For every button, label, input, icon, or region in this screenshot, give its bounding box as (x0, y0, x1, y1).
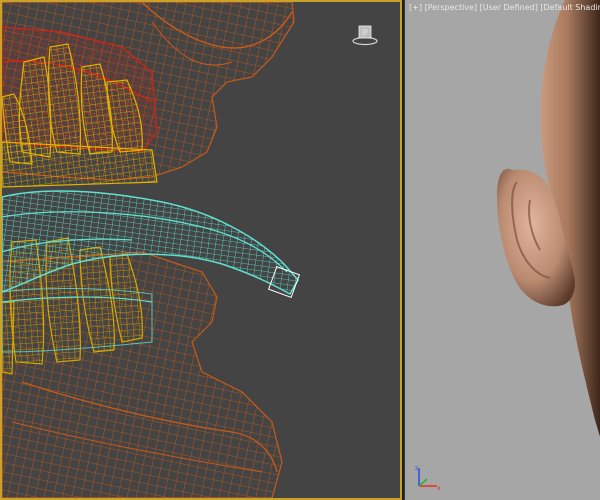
svg-text:x: x (437, 485, 441, 492)
shaded-head-render[interactable] (405, 0, 600, 500)
axis-tripod-icon: z x (413, 462, 443, 492)
right-viewport-shaded[interactable]: [+] [Perspective] [User Defined] [Defaul… (404, 0, 600, 500)
viewport-menu-button[interactable]: [+] (409, 3, 425, 12)
left-viewport-wireframe[interactable] (0, 0, 402, 500)
svg-text:z: z (415, 465, 418, 472)
viewcube-icon[interactable] (352, 22, 378, 48)
viewport-label[interactable]: [+] [Perspective] [User Defined] [Defaul… (409, 3, 600, 12)
wireframe-canvas[interactable] (2, 2, 400, 498)
viewport-shading-label[interactable]: [User Defined] (480, 3, 541, 12)
viewport-default-shading-label[interactable]: [Default Shading] (540, 3, 600, 12)
viewport-view-label[interactable]: [Perspective] (425, 3, 480, 12)
